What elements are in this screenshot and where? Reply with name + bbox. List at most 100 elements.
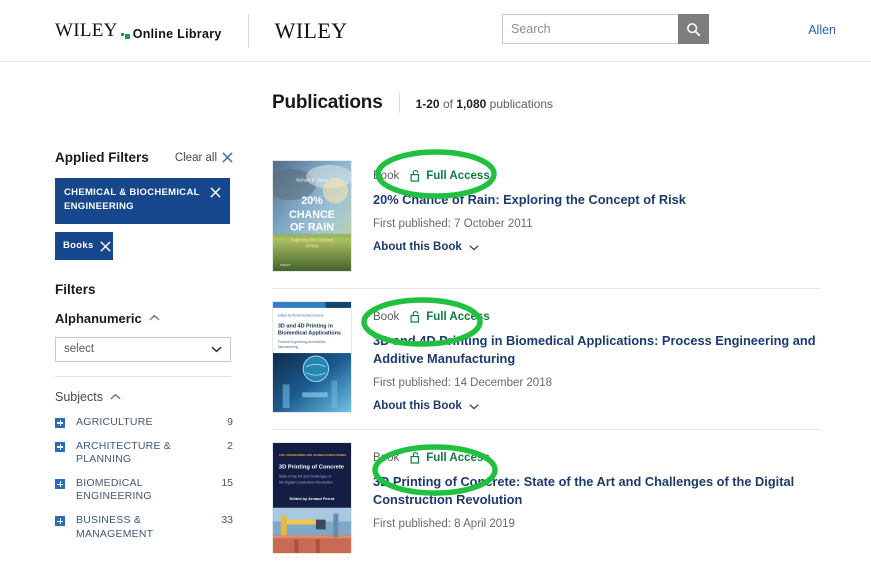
results-unit: publications: [489, 97, 554, 111]
svg-text:Biomedical Applications: Biomedical Applications: [278, 330, 341, 336]
publication-item: 20% CHANCE OF RAIN Exploring the Concept…: [272, 148, 820, 288]
user-account-link[interactable]: Allen: [808, 23, 836, 37]
logo-wiley-text: WILEY: [55, 19, 118, 41]
clear-all-button[interactable]: Clear all: [175, 152, 233, 164]
chevron-up-icon[interactable]: [149, 314, 160, 322]
svg-text:the Digital Construction Revol: the Digital Construction Revolution: [279, 480, 333, 484]
subject-label: BIOMEDICAL ENGINEERING: [76, 477, 152, 503]
publication-type: Book: [373, 169, 400, 182]
subject-item-agriculture[interactable]: AGRICULTURE 9: [55, 416, 233, 429]
header-divider: [247, 13, 249, 48]
publication-title-link[interactable]: 20% Chance of Rain: Exploring the Concep…: [373, 191, 820, 209]
book-cover-thumbnail[interactable]: 20% CHANCE OF RAIN Exploring the Concept…: [272, 160, 352, 272]
access-badge: Full Access: [410, 169, 490, 182]
close-icon: [222, 152, 233, 163]
search-input[interactable]: [502, 14, 678, 44]
results-of: of: [442, 97, 453, 111]
publication-date: First published: 8 April 2019: [373, 518, 515, 531]
results-range: 1-20: [415, 97, 440, 111]
access-label: Full Access: [426, 169, 490, 182]
plus-icon[interactable]: [55, 441, 65, 452]
wiley-logo-secondary[interactable]: WILEY: [275, 18, 348, 44]
unlocked-padlock-icon: [410, 310, 420, 323]
select-value: select: [64, 343, 95, 356]
svg-text:Exploring the Concept: Exploring the Concept: [291, 238, 334, 243]
about-this-book-toggle[interactable]: About this Book: [373, 400, 820, 412]
clear-all-label: Clear all: [174, 151, 217, 164]
about-label: About this Book: [373, 241, 462, 254]
publication-item: Edited by Mohamed Bouzouane 3D and 4D Pr…: [272, 288, 820, 429]
publication-title-link[interactable]: 3D Printing of Concrete: State of the Ar…: [373, 473, 820, 509]
access-badge: Full Access: [410, 451, 490, 464]
publication-meta: Book Full Access 20% Chance of Rain: Exp…: [373, 160, 820, 272]
search-icon: [687, 22, 701, 36]
chevron-down-icon: [211, 346, 222, 353]
publication-type: Book: [373, 451, 400, 464]
svg-text:WILEY: WILEY: [280, 263, 291, 267]
close-icon[interactable]: [210, 187, 221, 198]
access-badge: Full Access: [410, 310, 490, 323]
svg-text:Manufacturing: Manufacturing: [278, 345, 299, 349]
chevron-down-icon: [469, 404, 479, 410]
plus-icon[interactable]: [55, 417, 65, 428]
search-bar[interactable]: [502, 14, 709, 44]
publication-item: CIVIL ENGINEERING AND GEOMECHANICS SERIE…: [272, 429, 820, 570]
applied-filters-header: Applied Filters Clear all: [55, 150, 233, 165]
applied-filter-chip-subject[interactable]: CHEMICAL & BIOCHEMICAL ENGINEERING: [55, 178, 230, 224]
publication-meta: Book Full Access 3D Printing of Concrete…: [373, 442, 820, 554]
facet-subjects[interactable]: Subjects: [55, 390, 233, 404]
brand-lockup[interactable]: WILEY Online Library WILEY: [55, 13, 348, 48]
publication-badges: Book Full Access: [373, 451, 820, 464]
wiley-online-library-logo[interactable]: WILEY Online Library: [55, 20, 222, 42]
subject-count: 9: [227, 415, 233, 428]
publications-list: 20% CHANCE OF RAIN Exploring the Concept…: [272, 148, 820, 570]
subject-count: 15: [221, 477, 233, 490]
applied-filter-chip-books[interactable]: Books: [55, 231, 113, 260]
publication-meta: Book Full Access 3D and 4D Printing in B…: [373, 301, 820, 413]
publication-date: First published: 14 December 2018: [373, 377, 552, 390]
access-label: Full Access: [426, 451, 490, 464]
subject-label: AGRICULTURE: [76, 415, 153, 428]
plus-icon[interactable]: [55, 516, 65, 527]
cover-art-3d4d-printing: Edited by Mohamed Bouzouane 3D and 4D Pr…: [273, 302, 351, 412]
subject-item-business-management[interactable]: BUSINESS & MANAGEMENT 33: [55, 514, 233, 540]
access-label: Full Access: [426, 310, 490, 323]
svg-text:State of the Art and Challenge: State of the Art and Challenges of: [279, 474, 331, 478]
subjects-list: AGRICULTURE 9 ARCHITECTURE & PLANNING 2 …: [55, 416, 233, 541]
svg-text:of Risk: of Risk: [305, 243, 319, 248]
close-icon[interactable]: [99, 241, 111, 252]
filters-title: Filters: [55, 281, 96, 297]
subject-item-architecture-planning[interactable]: ARCHITECTURE & PLANNING 2: [55, 440, 233, 466]
publication-badges: Book Full Access: [373, 310, 820, 323]
plus-icon[interactable]: [55, 479, 65, 490]
unlocked-padlock-icon: [410, 451, 420, 464]
subject-count: 2: [227, 439, 233, 452]
svg-text:20%: 20%: [301, 195, 323, 207]
publication-type: Book: [373, 310, 400, 323]
logo-green-squares-icon: [120, 29, 131, 41]
facet-alphanumeric[interactable]: Alphanumeric: [55, 311, 233, 326]
chip-label: CHEMICAL & BIOCHEMICAL ENGINEERING: [64, 187, 200, 213]
applied-filters-title: Applied Filters: [55, 150, 149, 165]
svg-text:OF RAIN: OF RAIN: [290, 222, 334, 234]
subject-item-biomedical-engineering[interactable]: BIOMEDICAL ENGINEERING 15: [55, 477, 233, 503]
about-label: About this Book: [373, 400, 462, 413]
alphanumeric-select[interactable]: select: [55, 336, 231, 362]
book-cover-thumbnail[interactable]: Edited by Mohamed Bouzouane 3D and 4D Pr…: [272, 301, 352, 413]
svg-text:Richard B. Jones: Richard B. Jones: [296, 178, 327, 183]
svg-text:3D Printing of Concrete: 3D Printing of Concrete: [279, 465, 345, 471]
publication-title-link[interactable]: 3D and 4D Printing in Biomedical Applica…: [373, 332, 820, 368]
page-title: Publications: [272, 92, 383, 113]
subject-label: ARCHITECTURE & PLANNING: [76, 439, 171, 465]
svg-text:3D and 4D Printing in: 3D and 4D Printing in: [278, 324, 333, 330]
subject-count: 33: [221, 514, 233, 527]
chip-label: Books: [63, 239, 94, 251]
book-cover-thumbnail[interactable]: CIVIL ENGINEERING AND GEOMECHANICS SERIE…: [272, 442, 352, 554]
subject-label: BUSINESS & MANAGEMENT: [76, 514, 154, 540]
chevron-up-icon[interactable]: [110, 393, 121, 401]
search-button[interactable]: [678, 14, 709, 44]
title-separator: [398, 93, 400, 113]
about-this-book-toggle[interactable]: About this Book: [373, 241, 820, 253]
publication-badges: Book Full Access: [373, 169, 820, 182]
page-title-row: Publications 1-20 of 1,080 publications: [272, 92, 553, 114]
